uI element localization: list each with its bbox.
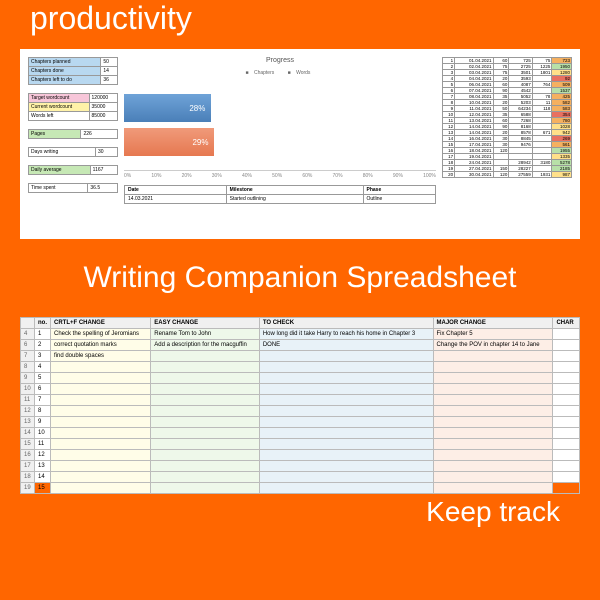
table-row[interactable]: 1612 — [21, 450, 580, 461]
table-row[interactable]: 62correct quotation marksAdd a descripti… — [21, 340, 580, 351]
table-row[interactable]: 1511 — [21, 439, 580, 450]
chapters-bar: 28% — [124, 94, 211, 122]
changes-panel: no.CRTL+F CHANGEEASY CHANGETO CHECKMAJOR… — [20, 317, 580, 482]
table-row[interactable]: 106 — [21, 384, 580, 395]
chart-title: Progress — [124, 57, 436, 64]
time-summary: Time spent36.5 — [28, 183, 118, 193]
daily-data-column: 101.04.20216072575723202.04.202175272512… — [442, 57, 572, 231]
words-bar: 29% — [124, 128, 214, 156]
changes-sheet[interactable]: no.CRTL+F CHANGEEASY CHANGETO CHECKMAJOR… — [20, 317, 580, 494]
table-row[interactable]: 117 — [21, 395, 580, 406]
chart-x-axis: 0%10%20%30%40%50%60%70%80%90%100% — [124, 171, 436, 179]
table-row[interactable]: 1713 — [21, 461, 580, 472]
chart-column: Progress ■ Chapters ■ Words 28% 29% 0%10… — [124, 57, 436, 231]
table-row[interactable]: 1410 — [21, 428, 580, 439]
header-title: productivity — [0, 0, 600, 49]
table-row[interactable]: 139 — [21, 417, 580, 428]
table-row[interactable]: 95 — [21, 373, 580, 384]
footer-text: Keep track — [0, 482, 600, 528]
daily-log-table: 101.04.20216072575723202.04.202175272512… — [442, 57, 572, 178]
days-summary: Days writing30 — [28, 147, 118, 157]
table-row[interactable]: 1814 — [21, 472, 580, 483]
summary-column: Chapters planned50 Chapters done14 Chapt… — [28, 57, 118, 231]
avg-summary: Daily average1167 — [28, 165, 118, 175]
milestone-table: DateMilestonePhase 14.03.2021Started out… — [124, 185, 436, 204]
product-title: Writing Companion Spreadsheet — [0, 239, 600, 317]
wordcount-summary: Target wordcount120000 Current wordcount… — [28, 93, 118, 121]
table-row[interactable]: 128 — [21, 406, 580, 417]
table-row[interactable]: 41Check the spelling of JeromiansRename … — [21, 329, 580, 340]
table-row[interactable]: 84 — [21, 362, 580, 373]
progress-panel: Chapters planned50 Chapters done14 Chapt… — [20, 49, 580, 239]
pages-summary: Pages226 — [28, 129, 118, 139]
table-row[interactable]: 73find double spaces — [21, 351, 580, 362]
chapters-summary: Chapters planned50 Chapters done14 Chapt… — [28, 57, 118, 85]
progress-chart: 28% 29% — [124, 76, 436, 171]
